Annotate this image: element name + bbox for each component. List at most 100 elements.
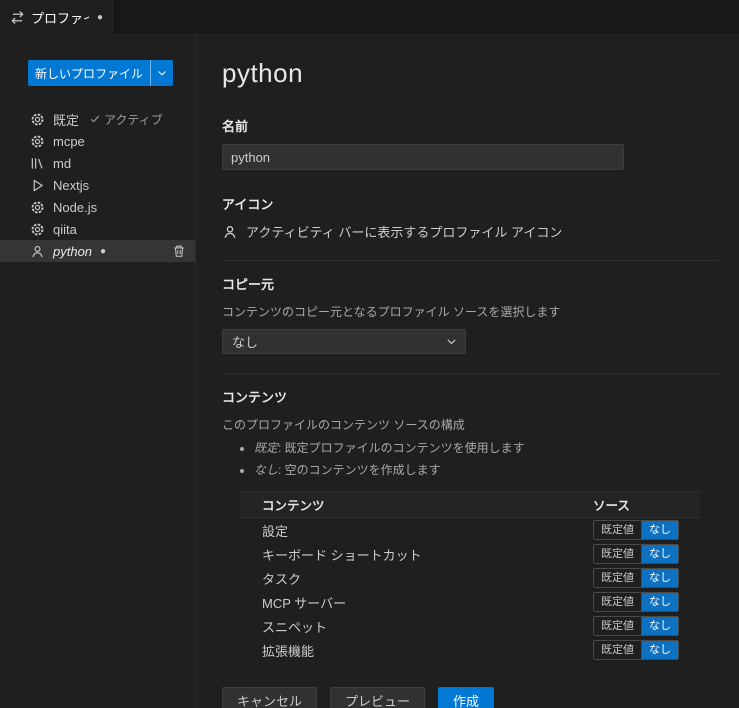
source-option-default[interactable]: 既定値 <box>594 617 641 635</box>
table-header-row: コンテンツ ソース <box>240 491 700 518</box>
content-row-label: スニペット <box>262 619 328 635</box>
preview-button[interactable]: プレビュー <box>330 687 426 708</box>
table-row-tasks: タスク 既定値 なし <box>240 566 700 590</box>
profile-item-qiita[interactable]: qiita <box>0 218 195 240</box>
run-icon <box>30 178 45 193</box>
source-toggle: 既定値 なし <box>593 544 679 564</box>
active-badge: アクティブ <box>89 111 163 128</box>
dirty-indicator[interactable]: ● <box>97 12 103 23</box>
new-profile-button[interactable]: 新しいプロファイル <box>28 60 150 86</box>
new-profile-split-button: 新しいプロファイル <box>28 60 173 86</box>
trash-icon <box>172 244 186 258</box>
source-toggle: 既定値 なし <box>593 592 679 612</box>
gear-icon <box>30 112 45 127</box>
profiles-editor-body: 新しいプロファイル 既定 アクティブ mcpe md Nextjs Node.j… <box>0 35 739 708</box>
source-option-none[interactable]: なし <box>641 641 678 659</box>
editor-tab-bar: プロファイル ● <box>0 0 739 35</box>
chevron-down-icon <box>156 67 168 79</box>
source-cell: 既定値 なし <box>593 568 700 588</box>
bullet-item: 既定: 既定プロファイルのコンテンツを使用します <box>254 439 719 456</box>
new-profile-dropdown-button[interactable] <box>150 60 173 86</box>
source-cell: 既定値 なし <box>593 520 700 540</box>
content-row-label: MCP サーバー <box>262 595 347 611</box>
source-option-default[interactable]: 既定値 <box>594 569 641 587</box>
active-badge-label: アクティブ <box>104 112 163 127</box>
source-option-default[interactable]: 既定値 <box>594 641 641 659</box>
table-row-extensions: 拡張機能 既定値 なし <box>240 638 700 662</box>
profile-item-python[interactable]: python ● <box>0 240 195 262</box>
source-toggle: 既定値 なし <box>593 520 679 540</box>
create-button[interactable]: 作成 <box>438 687 495 708</box>
profile-name: Nextjs <box>53 177 90 193</box>
table-row-keybindings: キーボード ショートカット 既定値 なし <box>240 542 700 566</box>
name-label: 名前 <box>222 119 249 134</box>
content-row-label: タスク <box>262 571 302 587</box>
profile-name: mcpe <box>53 133 85 149</box>
profile-name: md <box>53 155 72 171</box>
copy-from-description: コンテンツのコピー元となるプロファイル ソースを選択します <box>222 305 561 319</box>
profiles-icon <box>10 10 25 25</box>
source-option-default[interactable]: 既定値 <box>594 545 641 563</box>
section-divider <box>222 260 719 261</box>
profile-editor: python 名前 アイコン アクティビティ バーに表示するプロファイル アイコ… <box>196 35 739 708</box>
source-option-none[interactable]: なし <box>641 617 678 635</box>
gear-icon <box>30 200 45 215</box>
table-row-mcp-servers: MCP サーバー 既定値 なし <box>240 590 700 614</box>
profile-item-nextjs[interactable]: Nextjs <box>0 174 195 196</box>
source-option-none[interactable]: なし <box>641 569 678 587</box>
contents-description: このプロファイルのコンテンツ ソースの構成 <box>222 418 465 432</box>
content-row-label: 拡張機能 <box>262 643 315 659</box>
profile-name: python <box>53 243 93 259</box>
source-option-none[interactable]: なし <box>641 521 678 539</box>
section-divider <box>222 373 719 374</box>
source-toggle: 既定値 なし <box>593 640 679 660</box>
table-row-settings: 設定 既定値 なし <box>240 518 700 542</box>
tab-profiles[interactable]: プロファイル ● <box>0 0 113 35</box>
source-option-default[interactable]: 既定値 <box>594 593 641 611</box>
account-icon <box>222 224 238 240</box>
gear-icon <box>30 134 45 149</box>
icon-hint-text: アクティビティ バーに表示するプロファイル アイコン <box>246 225 563 240</box>
bullet-text: : 既定プロファイルのコンテンツを使用します <box>278 441 525 455</box>
source-cell: 既定値 なし <box>593 544 700 564</box>
source-toggle: 既定値 なし <box>593 616 679 636</box>
profile-name: qiita <box>53 221 77 237</box>
profile-name: Node.js <box>53 199 98 215</box>
copy-from-selected-value: なし <box>232 335 259 350</box>
copy-from-select[interactable]: なし <box>222 329 466 354</box>
source-toggle: 既定値 なし <box>593 568 679 588</box>
content-row-label: キーボード ショートカット <box>262 547 422 563</box>
chevron-down-icon <box>445 335 458 348</box>
vscode-window: プロファイル ● 新しいプロファイル 既定 アクティブ <box>0 0 739 708</box>
source-option-default[interactable]: 既定値 <box>594 521 641 539</box>
profile-title: python <box>222 58 304 88</box>
library-icon <box>30 156 45 171</box>
table-row-snippets: スニペット 既定値 なし <box>240 614 700 638</box>
profile-item-nodejs[interactable]: Node.js <box>0 196 195 218</box>
content-row-label: 設定 <box>262 523 289 539</box>
contents-table: コンテンツ ソース 設定 既定値 なし キーボード ショートカット 既定値 なし… <box>240 491 700 662</box>
icon-label: アイコン <box>222 197 274 212</box>
profile-item-mcpe[interactable]: mcpe <box>0 130 195 152</box>
profile-item-default[interactable]: 既定 アクティブ <box>0 108 195 130</box>
profile-item-md[interactable]: md <box>0 152 195 174</box>
bullet-term: 既定 <box>254 441 279 455</box>
contents-column-header: コンテンツ <box>262 499 325 513</box>
source-option-none[interactable]: なし <box>641 545 678 563</box>
check-icon <box>89 113 101 125</box>
profile-dirty-indicator: ● <box>100 245 107 257</box>
profile-name-input[interactable] <box>222 144 624 170</box>
contents-bullet-list: 既定: 既定プロファイルのコンテンツを使用します なし: 空のコンテンツを作成し… <box>222 439 719 478</box>
cancel-button[interactable]: キャンセル <box>222 687 318 708</box>
bullet-term: なし <box>254 463 279 477</box>
delete-profile-button[interactable] <box>171 243 187 259</box>
copy-from-heading: コピー元 <box>222 277 275 292</box>
source-option-none[interactable]: なし <box>641 593 678 611</box>
profile-icon-picker[interactable]: アクティビティ バーに表示するプロファイル アイコン <box>222 222 719 241</box>
profile-name: 既定 <box>53 112 80 128</box>
profiles-sidebar: 新しいプロファイル 既定 アクティブ mcpe md Nextjs Node.j… <box>0 35 196 708</box>
tab-label: プロファイル <box>31 11 89 26</box>
source-cell: 既定値 なし <box>593 640 700 660</box>
profile-list: 既定 アクティブ mcpe md Nextjs Node.js qiita py… <box>0 108 195 262</box>
source-cell: 既定値 なし <box>593 592 700 612</box>
